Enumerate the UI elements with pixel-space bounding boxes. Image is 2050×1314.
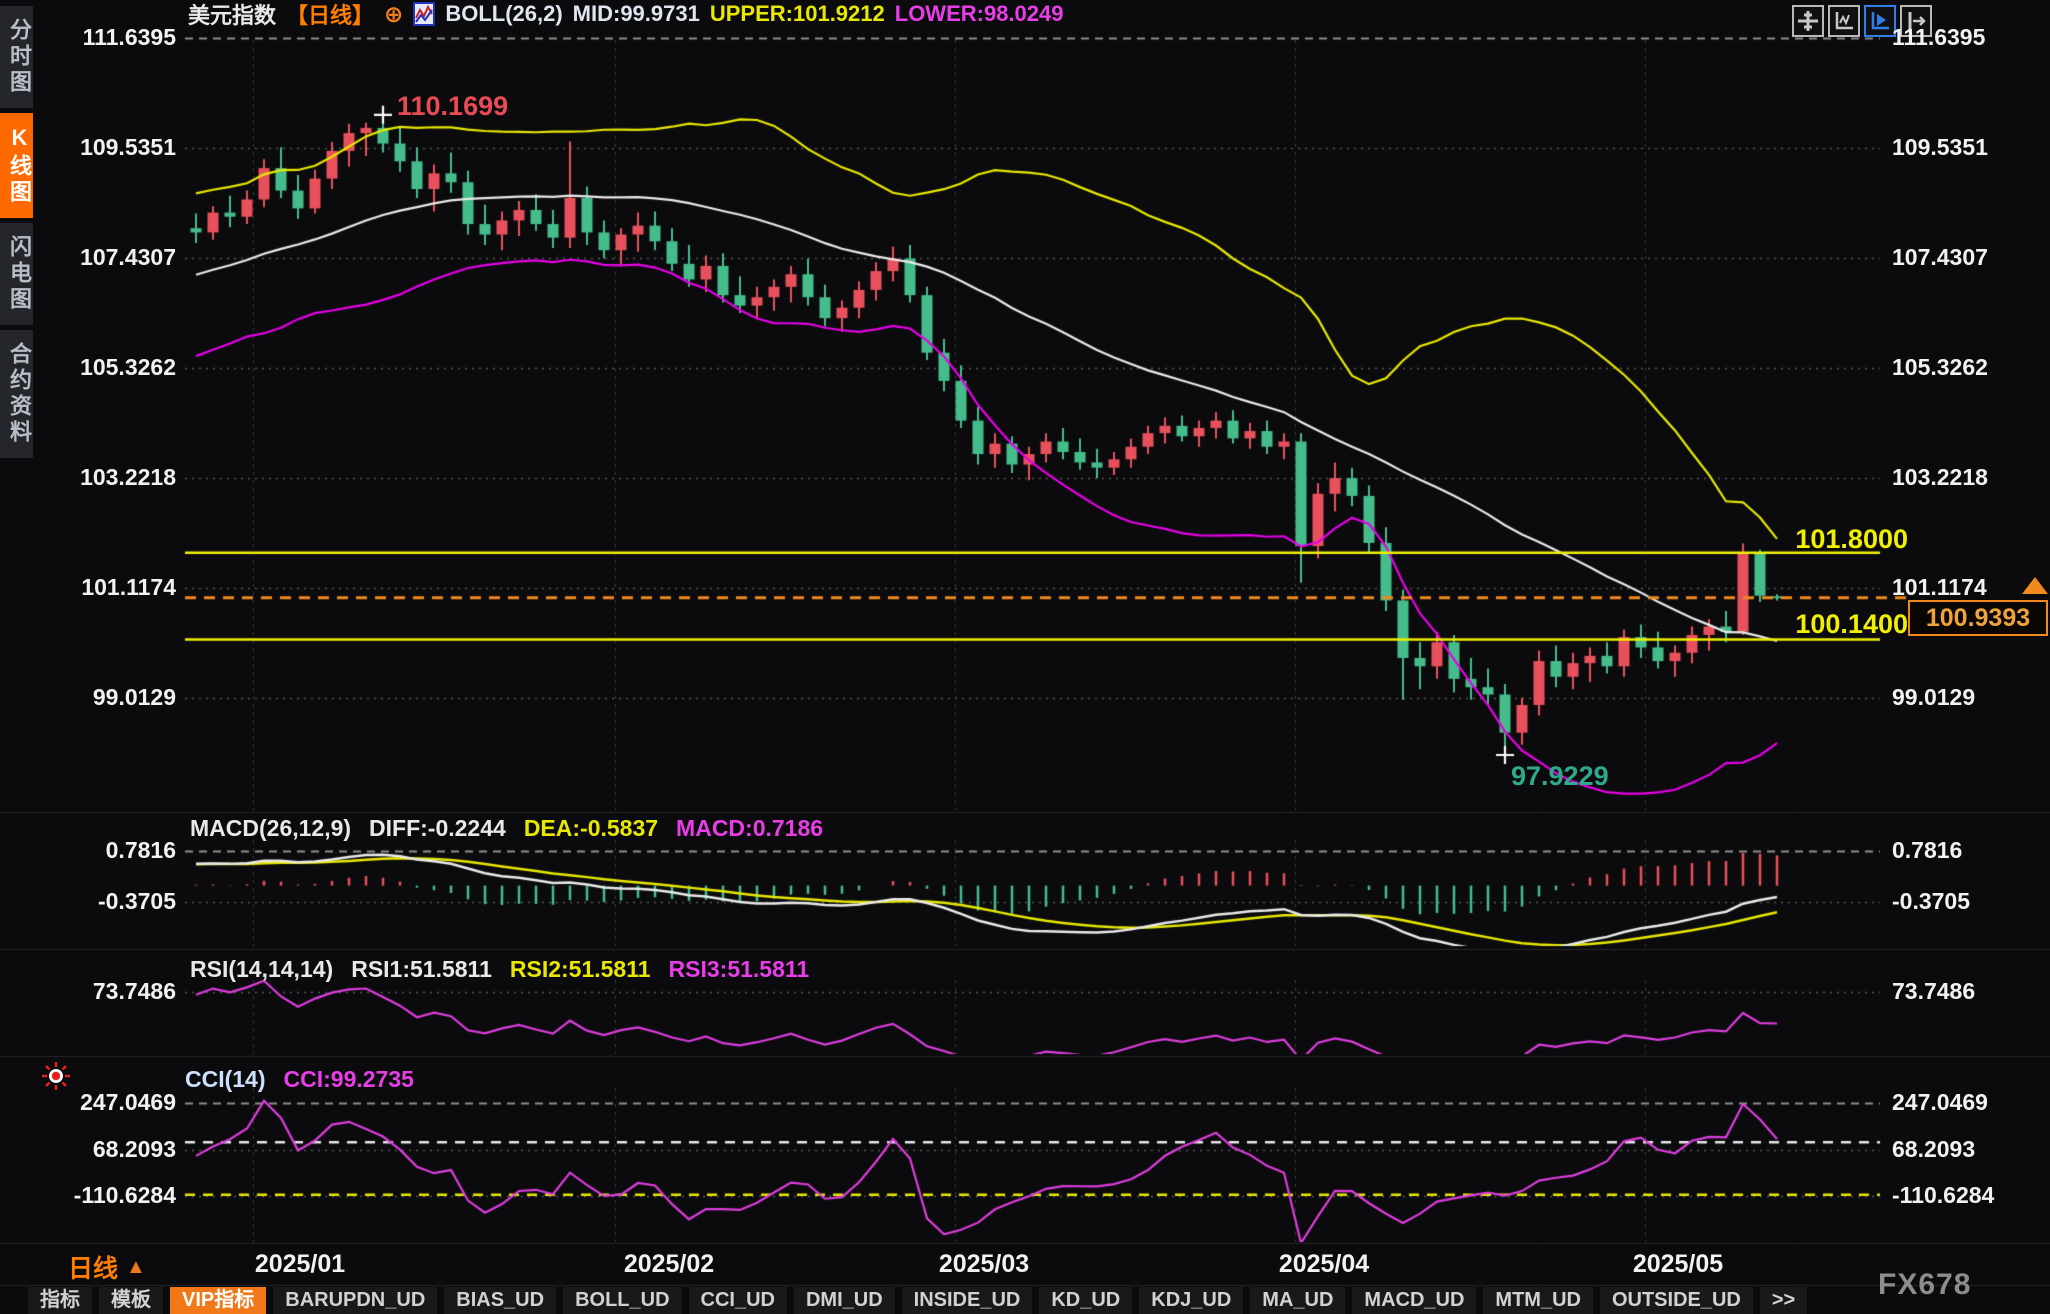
toolbar-item[interactable]: INSIDE_UD bbox=[902, 1287, 1033, 1314]
sidebar-tab-item[interactable]: 闪电图 bbox=[0, 223, 33, 325]
boll-title: BOLL(26,2) bbox=[445, 1, 562, 27]
axis-tick-label: 103.2218 bbox=[36, 464, 176, 491]
macd-diff-value: DIFF:-0.2244 bbox=[369, 815, 506, 842]
toolbar-item[interactable]: VIP指标 bbox=[170, 1287, 266, 1314]
chart-header: 美元指数 【日线】 ⊕ BOLL(26,2) MID:99.9731 UPPER… bbox=[188, 0, 1063, 28]
toolbar-item[interactable]: CCI_UD bbox=[689, 1287, 787, 1314]
sidebar-tab-active[interactable]: K线图 bbox=[0, 113, 33, 218]
boll-upper-value: UPPER:101.9212 bbox=[710, 1, 885, 27]
toolbar-item[interactable]: MTM_UD bbox=[1483, 1287, 1593, 1314]
period-badge[interactable]: 【日线】 bbox=[286, 0, 374, 30]
axis-tick-label: 109.5351 bbox=[1892, 134, 1988, 161]
sidebar-tab-item[interactable]: 分时图 bbox=[0, 6, 33, 108]
swing-high-label: 110.1699 bbox=[397, 91, 508, 122]
macd-value: MACD:0.7186 bbox=[676, 815, 823, 842]
pan-crosshair-button[interactable] bbox=[1792, 5, 1824, 37]
date-axis-label: 2025/03 bbox=[939, 1250, 1029, 1279]
latest-price-arrow-icon[interactable] bbox=[2022, 577, 2048, 594]
symbol-title: 美元指数 bbox=[188, 0, 276, 30]
rsi-header: RSI(14,14,14) RSI1:51.5811 RSI2:51.5811 … bbox=[190, 956, 809, 983]
left-sidebar: 分时图 K线图闪电图合约资料 bbox=[0, 0, 33, 458]
cci-name: CCI(14) bbox=[185, 1066, 266, 1093]
pan-crosshair-icon bbox=[1797, 10, 1819, 32]
rsi2-value: RSI2:51.5811 bbox=[510, 956, 651, 983]
axis-tick-label: 68.2093 bbox=[1892, 1136, 1975, 1163]
app-window: 美元指数 【日线】 ⊕ BOLL(26,2) MID:99.9731 UPPER… bbox=[0, 0, 2050, 1314]
macd-name: MACD(26,12,9) bbox=[190, 815, 351, 842]
triangle-up-icon: ▲ bbox=[126, 1256, 146, 1279]
toolbar-item[interactable]: KD_UD bbox=[1039, 1287, 1132, 1314]
axis-tick-label: -110.6284 bbox=[36, 1182, 176, 1209]
axis-tick-label: -0.3705 bbox=[36, 888, 176, 915]
toolbar-item[interactable]: BIAS_UD bbox=[444, 1287, 556, 1314]
toolbar-item[interactable]: 模板 bbox=[99, 1287, 163, 1314]
cci-value: CCI:99.2735 bbox=[284, 1066, 414, 1093]
date-axis-label: 2025/01 bbox=[255, 1250, 345, 1279]
axis-tick-label: 101.1174 bbox=[1892, 574, 1987, 601]
watermark: FX678 bbox=[1878, 1268, 1971, 1302]
axis-tick-label: 247.0469 bbox=[36, 1089, 176, 1116]
axis-tick-label: 0.7816 bbox=[1892, 837, 1962, 864]
axis-scale-icon bbox=[1833, 10, 1855, 32]
axis-tick-label: 68.2093 bbox=[36, 1136, 176, 1163]
axis-tick-label: 0.7816 bbox=[36, 837, 176, 864]
axis-tick-label: 109.5351 bbox=[36, 134, 176, 161]
toolbar-item[interactable]: OUTSIDE_UD bbox=[1600, 1287, 1753, 1314]
axis-tick-label: 103.2218 bbox=[1892, 464, 1988, 491]
date-axis-label: 2025/05 bbox=[1633, 1250, 1723, 1279]
axis-tick-label: 99.0129 bbox=[1892, 684, 1975, 711]
toolbar-item[interactable]: 指标 bbox=[28, 1287, 92, 1314]
axis-tick-label: 105.3262 bbox=[1892, 354, 1988, 381]
boll-lower-value: LOWER:98.0249 bbox=[895, 1, 1064, 27]
rsi1-value: RSI1:51.5811 bbox=[351, 956, 492, 983]
axis-tick-label: 73.7486 bbox=[36, 978, 176, 1005]
auto-scroll-icon bbox=[1869, 10, 1891, 32]
axis-tick-label: 107.4307 bbox=[36, 244, 176, 271]
sidebar-tab-item[interactable]: 合约资料 bbox=[0, 330, 33, 458]
axis-scale-button[interactable] bbox=[1828, 5, 1860, 37]
date-axis-label: 2025/02 bbox=[624, 1250, 714, 1279]
chart-type-icon[interactable] bbox=[413, 2, 435, 26]
axis-tick-label: 99.0129 bbox=[36, 684, 176, 711]
date-axis-label: 2025/04 bbox=[1279, 1250, 1369, 1279]
toolbar-item[interactable]: DMI_UD bbox=[794, 1287, 895, 1314]
axis-tick-label: 73.7486 bbox=[1892, 978, 1975, 1005]
rsi3-value: RSI3:51.5811 bbox=[669, 956, 810, 983]
axis-tick-label: 111.6395 bbox=[1892, 24, 1985, 51]
toolbar-item[interactable]: BOLL_UD bbox=[563, 1287, 681, 1314]
swing-low-label: 97.9229 bbox=[1511, 761, 1609, 792]
axis-tick-label: 101.1174 bbox=[36, 574, 176, 601]
macd-dea-value: DEA:-0.5837 bbox=[524, 815, 658, 842]
toolbar-item[interactable]: MACD_UD bbox=[1352, 1287, 1476, 1314]
period-selector[interactable]: 日线 ▲ bbox=[68, 1249, 146, 1285]
resistance-line-label: 101.8000 bbox=[1700, 524, 1908, 555]
toolbar-item[interactable]: MA_UD bbox=[1250, 1287, 1345, 1314]
toolbar-item[interactable]: BARUPDN_UD bbox=[273, 1287, 437, 1314]
indicator-toolbar: 指标模板 VIP指标 BARUPDN_UD BIAS_UD BOLL_UD CCI_UD D… bbox=[28, 1286, 1807, 1314]
axis-tick-label: -0.3705 bbox=[1892, 888, 1970, 915]
axis-tick-label: 247.0469 bbox=[1892, 1089, 1988, 1116]
chart-canvas[interactable] bbox=[0, 0, 2050, 1314]
current-price-box: 100.9393 bbox=[1908, 600, 2048, 636]
rsi-name: RSI(14,14,14) bbox=[190, 956, 333, 983]
cci-header: CCI(14) CCI:99.2735 bbox=[185, 1066, 414, 1093]
axis-tick-label: 107.4307 bbox=[1892, 244, 1988, 271]
macd-header: MACD(26,12,9) DIFF:-0.2244 DEA:-0.5837 M… bbox=[190, 815, 823, 842]
add-indicator-icon[interactable]: ⊕ bbox=[384, 3, 403, 25]
support-line-label: 100.1400 bbox=[1700, 609, 1908, 640]
boll-mid-value: MID:99.9731 bbox=[573, 1, 700, 27]
toolbar-item[interactable]: >> bbox=[1760, 1287, 1807, 1314]
period-label: 日线 bbox=[68, 1249, 118, 1285]
toolbar-item[interactable]: KDJ_UD bbox=[1139, 1287, 1243, 1314]
axis-tick-label: -110.6284 bbox=[1892, 1182, 1994, 1209]
axis-tick-label: 105.3262 bbox=[36, 354, 176, 381]
axis-tick-label: 111.6395 bbox=[36, 24, 176, 51]
